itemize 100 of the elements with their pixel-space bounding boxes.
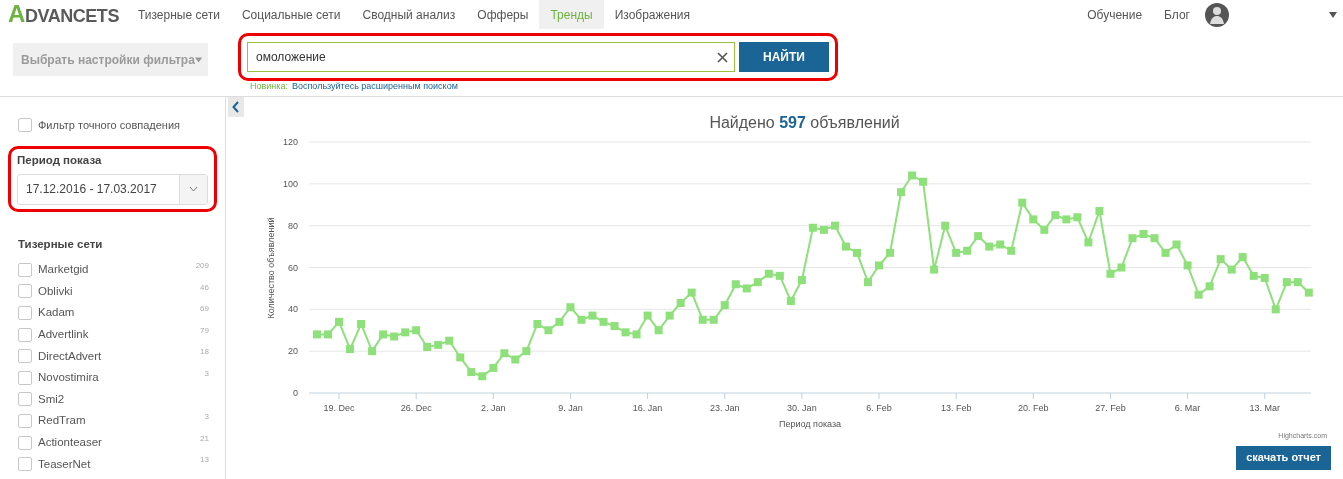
data-point [1227,265,1236,274]
advanced-search-link[interactable]: Воспользуйтесь расширенным поиском [291,80,458,94]
download-report-button[interactable]: скачать отчет [1236,445,1331,470]
data-point [357,320,366,328]
caret-icon [194,55,202,64]
data-point [1249,271,1258,280]
data-point [390,332,399,341]
nav-tab[interactable]: Офферы [466,0,540,29]
x-tick-label: 6. Feb [866,403,892,413]
network-name: Kadam [38,305,76,321]
nav-link[interactable]: Обучение [1076,5,1154,24]
avatar-icon[interactable] [1205,2,1229,27]
network-name: RedTram [38,413,87,429]
data-point [1282,278,1291,287]
data-point [555,317,564,326]
checkbox[interactable] [18,457,32,472]
checkbox[interactable] [18,262,32,277]
data-point [478,372,487,381]
data-point [1062,215,1071,224]
data-point [676,299,685,308]
x-tick-label: 30. Jan [787,403,817,413]
data-point [313,330,321,339]
data-point [1095,207,1104,216]
date-range-select[interactable]: 17.12.2016 - 17.03.2017 [17,173,208,205]
logo[interactable]: ADVANCETS [8,0,119,30]
data-point [974,232,983,241]
data-point [1040,225,1049,234]
checkbox[interactable] [18,392,32,407]
data-point [1216,255,1225,264]
data-point [643,311,652,320]
data-point [577,315,586,324]
checkbox[interactable] [18,349,32,364]
data-point [897,188,906,197]
results-title: Найдено 597 объявлений [709,113,900,133]
y-tick-label: 80 [288,220,298,231]
data-point [368,347,377,356]
data-point [434,340,443,349]
data-point [610,322,619,331]
count: 209 [195,260,209,272]
data-point [1150,234,1159,243]
x-axis-title: Период показа [778,419,842,429]
network-name: Novostimira [38,370,100,386]
checkbox[interactable] [18,118,32,133]
data-point [544,326,553,335]
data-point [1205,282,1214,291]
data-point [632,330,641,339]
clear-icon[interactable] [717,51,728,63]
data-point [963,246,972,255]
nav-tab[interactable]: Изображения [603,0,702,29]
y-tick-label: 40 [288,304,298,315]
nav-link[interactable]: Блог [1153,5,1201,24]
data-point [720,301,729,310]
data-point [500,349,509,358]
data-point [1117,263,1126,272]
chevron-left-icon [232,101,240,113]
data-point [324,330,332,339]
data-point [1128,234,1137,243]
data-point [941,221,950,230]
count: 13 [200,454,209,467]
data-point [445,336,454,345]
data-point [654,326,663,335]
count: 3 [204,367,209,380]
data-point [886,248,895,257]
data-point [566,303,575,312]
nav-tab[interactable]: Тизерные сети [126,0,231,29]
y-tick-label: 0 [293,388,298,398]
data-point [1018,198,1027,207]
data-point [1260,273,1269,282]
data-point [1161,248,1170,257]
data-point [830,221,839,230]
data-point [709,315,718,324]
nav-tab[interactable]: Социальные сети [230,0,352,29]
data-point [1051,211,1060,220]
search-button[interactable]: НАЙТИ [739,42,829,72]
data-point [875,261,883,270]
caret-icon[interactable] [1329,11,1337,18]
checkbox[interactable] [18,284,32,299]
data-point [522,347,531,356]
data-point [401,328,410,337]
x-tick-label: 2. Jan [481,403,506,413]
checkbox[interactable] [18,413,32,428]
search-field[interactable]: омоложение [247,42,735,72]
y-tick-label: 100 [282,178,298,189]
checkbox[interactable] [18,327,32,342]
data-point [1183,261,1192,270]
data-point [621,328,630,337]
checkbox[interactable] [18,370,32,385]
data-point [588,311,597,320]
section-heading: Период показа [17,152,103,168]
network-name: Marketgid [38,262,90,278]
count: 46 [200,281,209,294]
collapse-button[interactable] [228,97,244,117]
y-tick-label: 20 [288,346,298,357]
data-point [764,269,773,278]
count: 79 [200,324,209,337]
data-point [1293,278,1302,287]
checkbox[interactable] [18,435,32,450]
network-name: DirectAdvert [38,348,103,364]
nav-tab[interactable]: Сводный анализ [351,0,467,29]
checkbox[interactable] [18,306,32,320]
